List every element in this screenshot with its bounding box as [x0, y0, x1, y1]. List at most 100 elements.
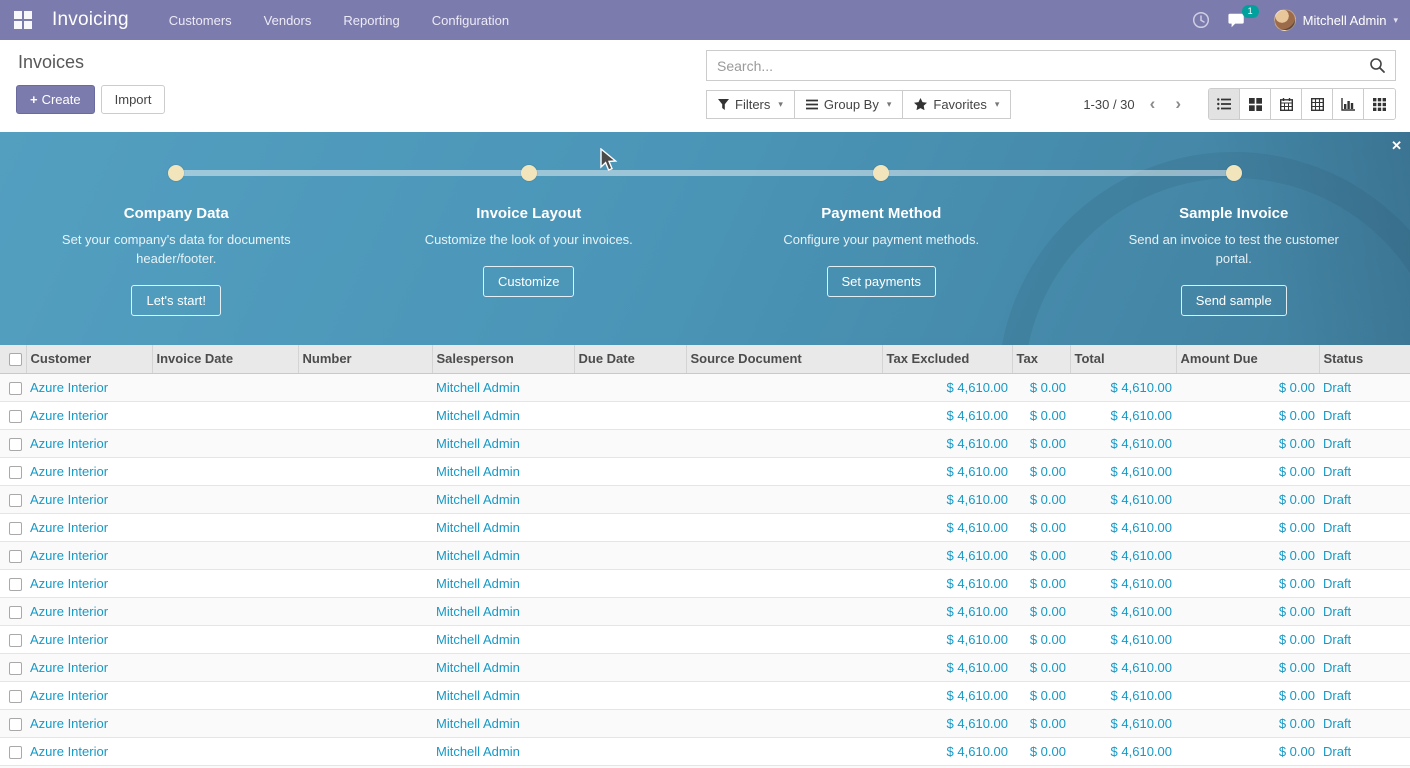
cell-tax: $ 0.00: [1012, 457, 1070, 485]
row-checkbox[interactable]: [9, 522, 22, 535]
cell-source-document: [686, 569, 882, 597]
search-input[interactable]: [707, 58, 1360, 74]
row-checkbox[interactable]: [9, 410, 22, 423]
menu-customers[interactable]: Customers: [155, 0, 246, 40]
col-header-salesperson[interactable]: Salesperson: [432, 345, 574, 373]
table-row[interactable]: Azure InteriorMitchell Admin$ 4,610.00$ …: [0, 653, 1410, 681]
table-row[interactable]: Azure InteriorMitchell Admin$ 4,610.00$ …: [0, 709, 1410, 737]
lets-start-button[interactable]: Let's start!: [131, 285, 221, 316]
favorites-button[interactable]: Favorites ▾: [902, 90, 1011, 119]
col-header-number[interactable]: Number: [298, 345, 432, 373]
cell-tax-excluded: $ 4,610.00: [882, 457, 1012, 485]
menu-reporting[interactable]: Reporting: [329, 0, 413, 40]
create-button[interactable]: +Create: [16, 85, 95, 114]
cell-total: $ 4,610.00: [1070, 513, 1176, 541]
cell-invoice-date: [152, 429, 298, 457]
row-checkbox[interactable]: [9, 690, 22, 703]
cell-invoice-date: [152, 457, 298, 485]
cell-tax-excluded: $ 4,610.00: [882, 401, 1012, 429]
messages-icon[interactable]: 1: [1228, 11, 1246, 29]
pager-next-icon[interactable]: ›: [1170, 94, 1186, 114]
import-button[interactable]: Import: [101, 85, 166, 114]
cell-source-document: [686, 401, 882, 429]
apps-menu-icon[interactable]: [0, 0, 46, 40]
cell-tax: $ 0.00: [1012, 401, 1070, 429]
chevron-down-icon: ▾: [995, 99, 1000, 110]
search-icon[interactable]: [1360, 57, 1395, 74]
col-header-status[interactable]: Status: [1319, 345, 1410, 373]
table-row[interactable]: Azure InteriorMitchell Admin$ 4,610.00$ …: [0, 457, 1410, 485]
close-icon[interactable]: ✕: [1391, 138, 1402, 154]
view-graph-icon[interactable]: [1333, 89, 1364, 119]
row-checkbox[interactable]: [9, 466, 22, 479]
cell-customer: Azure Interior: [26, 373, 152, 401]
cell-due-date: [574, 653, 686, 681]
row-checkbox[interactable]: [9, 662, 22, 675]
col-header-source-document[interactable]: Source Document: [686, 345, 882, 373]
row-checkbox[interactable]: [9, 494, 22, 507]
menu-configuration[interactable]: Configuration: [418, 0, 523, 40]
view-list-icon[interactable]: [1209, 89, 1240, 119]
cell-customer: Azure Interior: [26, 541, 152, 569]
table-row[interactable]: Azure InteriorMitchell Admin$ 4,610.00$ …: [0, 513, 1410, 541]
table-row[interactable]: Azure InteriorMitchell Admin$ 4,610.00$ …: [0, 681, 1410, 709]
view-pivot-icon[interactable]: [1302, 89, 1333, 119]
cell-total: $ 4,610.00: [1070, 625, 1176, 653]
col-header-amount-due[interactable]: Amount Due: [1176, 345, 1319, 373]
set-payments-button[interactable]: Set payments: [827, 266, 937, 297]
row-checkbox[interactable]: [9, 746, 22, 759]
app-title[interactable]: Invoicing: [46, 9, 155, 31]
table-row[interactable]: Azure InteriorMitchell Admin$ 4,610.00$ …: [0, 541, 1410, 569]
cell-source-document: [686, 625, 882, 653]
filters-button[interactable]: Filters ▾: [706, 90, 795, 119]
cell-amount-due: $ 0.00: [1176, 401, 1319, 429]
customize-button[interactable]: Customize: [483, 266, 574, 297]
cell-tax: $ 0.00: [1012, 737, 1070, 765]
table-row[interactable]: Azure InteriorMitchell Admin$ 4,610.00$ …: [0, 597, 1410, 625]
cell-total: $ 4,610.00: [1070, 373, 1176, 401]
row-checkbox[interactable]: [9, 382, 22, 395]
row-checkbox[interactable]: [9, 606, 22, 619]
table-row[interactable]: Azure InteriorMitchell Admin$ 4,610.00$ …: [0, 373, 1410, 401]
col-header-due-date[interactable]: Due Date: [574, 345, 686, 373]
row-checkbox[interactable]: [9, 438, 22, 451]
cell-invoice-date: [152, 541, 298, 569]
col-header-customer[interactable]: Customer: [26, 345, 152, 373]
view-kanban-icon[interactable]: [1240, 89, 1271, 119]
step-dot-icon: [873, 165, 889, 181]
cell-number: [298, 597, 432, 625]
cell-amount-due: $ 0.00: [1176, 597, 1319, 625]
row-checkbox[interactable]: [9, 550, 22, 563]
menu-vendors[interactable]: Vendors: [250, 0, 326, 40]
table-row[interactable]: Azure InteriorMitchell Admin$ 4,610.00$ …: [0, 737, 1410, 765]
invoice-table-body: Azure InteriorMitchell Admin$ 4,610.00$ …: [0, 373, 1410, 768]
table-row[interactable]: Azure InteriorMitchell Admin$ 4,610.00$ …: [0, 485, 1410, 513]
cell-tax: $ 0.00: [1012, 709, 1070, 737]
view-activity-icon[interactable]: [1364, 89, 1395, 119]
activities-clock-icon[interactable]: [1192, 11, 1210, 29]
table-row[interactable]: Azure InteriorMitchell Admin$ 4,610.00$ …: [0, 569, 1410, 597]
pager-range: 1-30 / 30: [1083, 97, 1134, 112]
cell-due-date: [574, 569, 686, 597]
table-row[interactable]: Azure InteriorMitchell Admin$ 4,610.00$ …: [0, 401, 1410, 429]
send-sample-button[interactable]: Send sample: [1181, 285, 1287, 316]
col-header-tax-excluded[interactable]: Tax Excluded: [882, 345, 1012, 373]
row-checkbox[interactable]: [9, 634, 22, 647]
row-checkbox[interactable]: [9, 578, 22, 591]
col-header-tax[interactable]: Tax: [1012, 345, 1070, 373]
col-header-total[interactable]: Total: [1070, 345, 1176, 373]
cell-source-document: [686, 597, 882, 625]
view-calendar-icon[interactable]: [1271, 89, 1302, 119]
group-by-button[interactable]: Group By ▾: [794, 90, 903, 119]
cell-amount-due: $ 0.00: [1176, 709, 1319, 737]
row-checkbox[interactable]: [9, 718, 22, 731]
cell-source-document: [686, 681, 882, 709]
user-menu[interactable]: Mitchell Admin ▾: [1274, 9, 1398, 31]
step-title: Company Data: [124, 205, 229, 222]
select-all-checkbox[interactable]: [9, 353, 22, 366]
col-header-invoice-date[interactable]: Invoice Date: [152, 345, 298, 373]
table-row[interactable]: Azure InteriorMitchell Admin$ 4,610.00$ …: [0, 429, 1410, 457]
cell-amount-due: $ 0.00: [1176, 541, 1319, 569]
table-row[interactable]: Azure InteriorMitchell Admin$ 4,610.00$ …: [0, 625, 1410, 653]
pager-prev-icon[interactable]: ‹: [1145, 94, 1161, 114]
